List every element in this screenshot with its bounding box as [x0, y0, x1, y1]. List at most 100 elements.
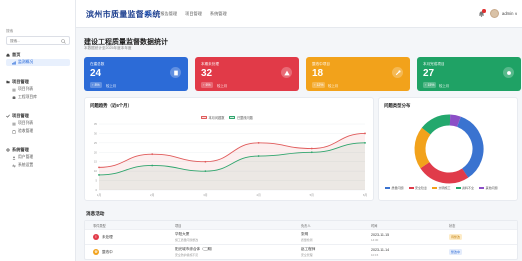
avatar[interactable] [490, 9, 499, 18]
card-title: 本月完成项目 [423, 62, 445, 66]
person-name: 赵工程师 [301, 247, 316, 251]
stat-card-unhandled[interactable]: 本期未处理 32 ↑ 6% 较上月 [195, 57, 299, 91]
project-cell: 华阳大厦 施工质量问题整改 [175, 232, 301, 242]
sidebar-item-label: 项目列表 [18, 121, 34, 125]
data-point[interactable] [364, 132, 366, 135]
legend-label: 质量问题 [391, 186, 404, 190]
card-title: 本期未处理 [201, 62, 219, 66]
y-tick-label: 5 [95, 179, 97, 183]
person-cell: 赵工程师 安全管理 [301, 247, 371, 257]
sidebar-item-settings[interactable]: 系统设置 [6, 162, 70, 169]
top-bar: 滨州市质量监督系统 首页 报告管理 项目管理 系统管理 admin ∨ [76, 0, 522, 28]
stat-card-rectifying[interactable]: 整改中项目 18 ↑ 12% 较上月 [306, 57, 410, 91]
sidebar-item-users[interactable]: 用户管理 [6, 154, 70, 161]
legend-label: 资料不全 [462, 186, 475, 190]
trend-chart: 0 5 10 15 20 25 30 35 1月 2月 3月 4月 5月 6月 [94, 122, 368, 197]
notification-badge [482, 9, 486, 13]
search-box[interactable] [6, 36, 70, 45]
card-note: 较上月 [217, 83, 228, 88]
legend-swatch [432, 186, 438, 190]
person-name: 张明 [301, 232, 309, 236]
x-tick-label: 1月 [97, 193, 102, 197]
legend-swatch-issues [201, 116, 207, 119]
project-name[interactable]: 阳光城市综合体（二期） [175, 247, 301, 252]
data-point[interactable] [257, 141, 260, 144]
nav-projects[interactable]: 项目管理 [185, 11, 202, 17]
alert-icon: ! [93, 234, 99, 240]
legend-item[interactable]: 质量问题 [385, 186, 404, 190]
data-point[interactable] [151, 153, 154, 156]
sidebar-item-project-list[interactable]: 项目列表 [6, 86, 70, 93]
user-menu[interactable]: admin ∨ [502, 11, 518, 16]
data-point[interactable] [364, 141, 366, 144]
sidebar: 搜索 首页 监测概况 项目管理 项目列表 工程项目库 项目管理 项目列表 验收管… [0, 0, 76, 261]
stat-card-completed[interactable]: 本月完成项目 27 ↑ 15% 较上月 [417, 57, 521, 91]
data-point[interactable] [98, 166, 100, 169]
status-badge: 整改中 [449, 249, 463, 255]
table-row[interactable]: ! 未处理 华阳大厦 施工质量问题整改 张明 质量检测 2023-11-15 1… [85, 229, 517, 244]
sidebar-group-system[interactable]: 系统管理 [6, 147, 29, 153]
database-icon [12, 95, 16, 99]
project-detail: 安全防护措施不足 [175, 253, 199, 257]
legend-item[interactable]: 文明施工 [432, 186, 451, 190]
status-cell: 整改中 [449, 249, 509, 255]
data-point[interactable] [257, 155, 260, 157]
column-header[interactable]: 状态 [449, 223, 509, 228]
nav-home[interactable]: 首页 [144, 11, 152, 17]
legend-item[interactable]: 资料不全 [455, 186, 475, 190]
activity-title: 消息活动 [86, 211, 105, 216]
legend-item[interactable]: 其他问题 [479, 186, 498, 190]
sidebar-group-projects[interactable]: 项目管理 [6, 79, 29, 85]
data-point[interactable] [310, 147, 313, 150]
data-point[interactable] [151, 164, 154, 167]
sidebar-item-project-library[interactable]: 工程项目库 [6, 94, 70, 101]
sidebar-group-projects-2[interactable]: 项目管理 [6, 113, 29, 119]
top-nav: 首页 报告管理 项目管理 系统管理 [144, 11, 227, 17]
project-name[interactable]: 华阳大厦 [175, 232, 301, 237]
event-type: 整改中 [102, 249, 113, 254]
column-header[interactable]: 事件类型 [85, 223, 175, 228]
data-point[interactable] [204, 160, 207, 163]
sidebar-group-label: 项目管理 [12, 113, 29, 118]
gear-icon [6, 148, 10, 152]
search-icon[interactable] [61, 38, 66, 44]
card-value: 27 [423, 68, 435, 79]
data-point[interactable] [98, 174, 100, 176]
data-point[interactable] [310, 151, 313, 154]
legend-swatch-fixed [229, 116, 236, 119]
card-badge: ↑ 8% [90, 82, 102, 88]
nav-reports[interactable]: 报告管理 [160, 11, 177, 17]
legend-item[interactable]: 安全隐患 [408, 186, 427, 190]
search-input[interactable] [10, 38, 60, 44]
column-header[interactable]: 时间 [371, 223, 449, 228]
chart-icon [12, 60, 16, 65]
sidebar-item-label: 监测概况 [18, 60, 34, 64]
y-tick-label: 30 [94, 131, 98, 135]
y-tick-label: 35 [94, 122, 98, 126]
event-date: 2023-11-14 [371, 247, 390, 252]
alert-icon [281, 67, 292, 78]
table-row[interactable]: ⚒ 整改中 阳光城市综合体（二期） 安全防护措施不足 赵工程师 安全管理 202… [85, 244, 517, 259]
donut-chart [414, 114, 484, 184]
card-note: 较上月 [106, 83, 117, 88]
nav-system[interactable]: 系统管理 [210, 11, 227, 17]
card-note: 较上月 [439, 83, 450, 88]
search-label: 搜索 [6, 29, 14, 33]
event-type-cell: ! 未处理 [85, 234, 175, 240]
column-header[interactable]: 负责人 [301, 223, 371, 228]
page-subtitle: 本数据统计至2025年度本年度 [84, 46, 132, 50]
x-tick-label: 5月 [310, 193, 315, 197]
y-tick-label: 10 [94, 169, 98, 173]
sidebar-item-overview[interactable]: 监测概况 [6, 59, 70, 66]
stat-card-ongoing[interactable]: 在建总数 24 ↑ 8% 较上月 [84, 57, 188, 91]
y-tick-label: 20 [94, 150, 98, 154]
card-value: 18 [312, 68, 324, 79]
project-detail: 施工质量问题整改 [175, 238, 199, 242]
sidebar-item-acceptance[interactable]: 验收管理 [6, 128, 70, 135]
event-time: 14:30 [371, 237, 379, 242]
sidebar-item-project-list-2[interactable]: 项目列表 [6, 120, 70, 127]
data-point[interactable] [204, 170, 207, 173]
list-icon [12, 122, 16, 125]
column-header[interactable]: 项目 [175, 223, 301, 228]
sidebar-group-home[interactable]: 首页 [6, 52, 20, 58]
